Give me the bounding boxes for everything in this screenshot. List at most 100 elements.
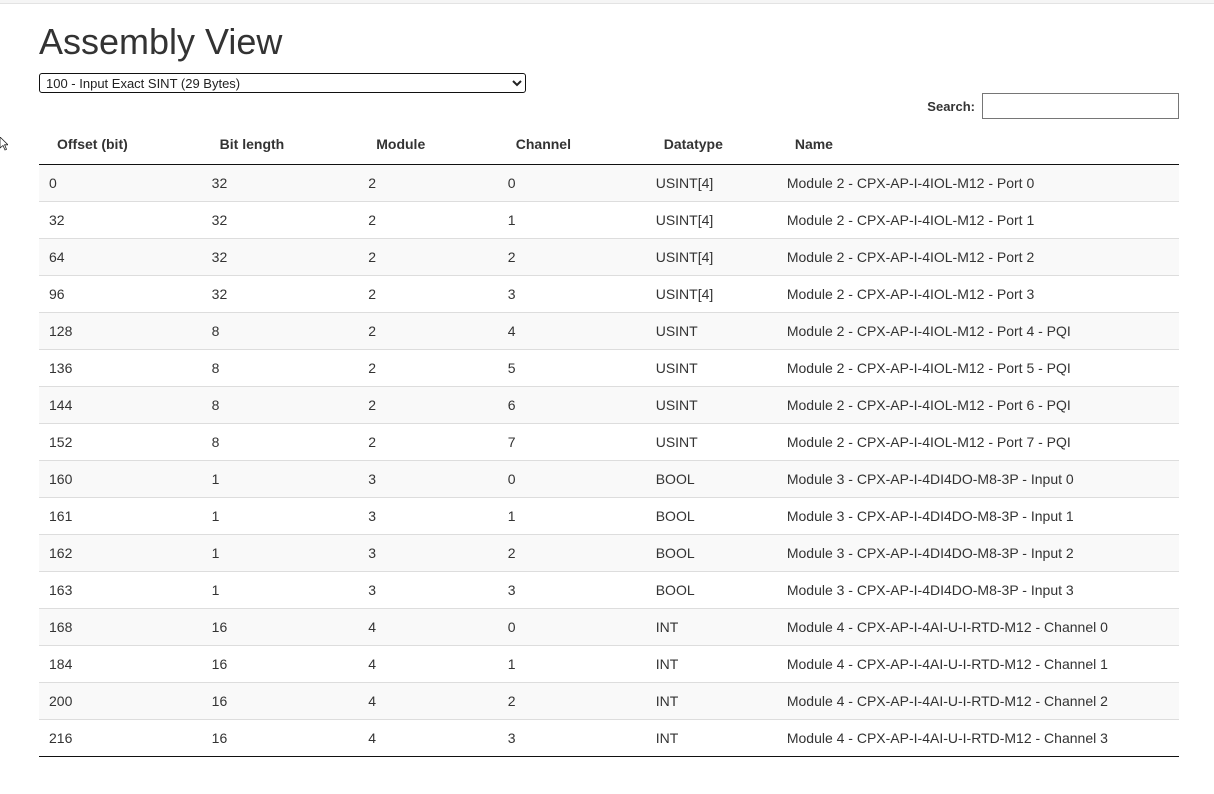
cell-bit-length: 1 (201, 534, 359, 572)
cell-channel: 0 (497, 164, 646, 202)
cell-datatype: USINT (645, 312, 777, 350)
cell-offset: 96 (39, 275, 202, 313)
column-header-bit-length[interactable]: Bit length (201, 124, 359, 165)
cell-bit-length: 8 (201, 312, 359, 350)
cell-datatype: BOOL (645, 571, 777, 609)
cell-channel: 0 (497, 608, 646, 646)
cell-name: Module 2 - CPX-AP-I-4IOL-M12 - Port 4 - … (776, 312, 1179, 350)
cell-bit-length: 1 (201, 497, 359, 535)
cell-offset: 32 (39, 201, 202, 239)
cell-module: 4 (358, 682, 498, 720)
cell-datatype: USINT (645, 386, 777, 424)
cell-module: 2 (358, 238, 498, 276)
cell-bit-length: 32 (201, 238, 359, 276)
cell-module: 4 (358, 608, 498, 646)
cell-datatype: INT (645, 608, 777, 646)
cell-offset: 216 (39, 719, 202, 757)
cell-bit-length: 8 (201, 423, 359, 461)
cell-bit-length: 1 (201, 460, 359, 498)
cell-name: Module 4 - CPX-AP-I-4AI-U-I-RTD-M12 - Ch… (776, 682, 1179, 720)
table-row: 200 16 4 2 INT Module 4 - CPX-AP-I-4AI-U-I-RT… (39, 682, 1179, 720)
cell-name: Module 3 - CPX-AP-I-4DI4DO-M8-3P - Input… (776, 497, 1179, 535)
cell-offset: 128 (39, 312, 202, 350)
cell-offset: 161 (39, 497, 202, 535)
column-header-channel[interactable]: Channel (497, 124, 646, 165)
cell-module: 3 (358, 534, 498, 572)
cell-module: 2 (358, 201, 498, 239)
cell-datatype: USINT[4] (645, 275, 777, 313)
cell-bit-length: 8 (201, 349, 359, 387)
table-row: 32 32 2 1 USINT[4] Module 2 - CPX-AP-I-4IOL-M… (39, 201, 1179, 239)
cell-datatype: INT (645, 645, 777, 683)
cell-name: Module 2 - CPX-AP-I-4IOL-M12 - Port 2 (776, 238, 1179, 276)
cell-offset: 163 (39, 571, 202, 609)
cell-datatype: USINT[4] (645, 201, 777, 239)
cell-name: Module 2 - CPX-AP-I-4IOL-M12 - Port 7 - … (776, 423, 1179, 461)
mouse-cursor-icon (0, 137, 8, 151)
cell-channel: 5 (497, 349, 646, 387)
cell-datatype: USINT[4] (645, 164, 777, 202)
column-header-name[interactable]: Name (776, 124, 1179, 165)
cell-datatype: USINT[4] (645, 238, 777, 276)
column-header-offset[interactable]: Offset (bit) (39, 124, 202, 165)
cell-bit-length: 32 (201, 201, 359, 239)
cell-channel: 1 (497, 201, 646, 239)
cell-offset: 160 (39, 460, 202, 498)
cell-name: Module 3 - CPX-AP-I-4DI4DO-M8-3P - Input… (776, 534, 1179, 572)
cell-datatype: INT (645, 682, 777, 720)
table-row: 184 16 4 1 INT Module 4 - CPX-AP-I-4AI-U-I-RT… (39, 645, 1179, 683)
cell-datatype: USINT (645, 349, 777, 387)
cell-channel: 6 (497, 386, 646, 424)
cell-bit-length: 8 (201, 386, 359, 424)
cell-name: Module 3 - CPX-AP-I-4DI4DO-M8-3P - Input… (776, 571, 1179, 609)
cell-name: Module 4 - CPX-AP-I-4AI-U-I-RTD-M12 - Ch… (776, 719, 1179, 757)
cell-channel: 3 (497, 571, 646, 609)
cell-module: 2 (358, 312, 498, 350)
table-row: 136 8 2 5 USINT Module 2 - CPX-AP-I-4IOL-M12 … (39, 349, 1179, 387)
page-title: Assembly View (39, 21, 283, 62)
search-label: Search: (927, 98, 975, 114)
cell-module: 3 (358, 571, 498, 609)
cell-name: Module 2 - CPX-AP-I-4IOL-M12 - Port 0 (776, 164, 1179, 202)
table-row: 216 16 4 3 INT Module 4 - CPX-AP-I-4AI-U-I-RT… (39, 719, 1179, 757)
table-row: 161 1 3 1 BOOL Module 3 - CPX-AP-I-4DI4DO-M8-… (39, 497, 1179, 535)
cell-channel: 3 (497, 719, 646, 757)
table-row: 96 32 2 3 USINT[4] Module 2 - CPX-AP-I-4IOL-M… (39, 275, 1179, 313)
cell-datatype: BOOL (645, 497, 777, 535)
cell-bit-length: 16 (201, 682, 359, 720)
column-header-datatype[interactable]: Datatype (645, 124, 777, 165)
cell-offset: 184 (39, 645, 202, 683)
table-row: 128 8 2 4 USINT Module 2 - CPX-AP-I-4IOL-M12 … (39, 312, 1179, 350)
cell-offset: 0 (39, 164, 202, 202)
column-header-module[interactable]: Module (358, 124, 498, 165)
cell-channel: 1 (497, 497, 646, 535)
top-border (0, 0, 1214, 4)
cell-module: 4 (358, 645, 498, 683)
cell-bit-length: 32 (201, 164, 359, 202)
cell-name: Module 2 - CPX-AP-I-4IOL-M12 - Port 1 (776, 201, 1179, 239)
search-input[interactable] (982, 93, 1179, 119)
cell-bit-length: 16 (201, 645, 359, 683)
cell-offset: 64 (39, 238, 202, 276)
cell-datatype: BOOL (645, 460, 777, 498)
cell-offset: 162 (39, 534, 202, 572)
assembly-table: Offset (bit) Bit length Module Channel Datat… (39, 124, 1179, 757)
cell-name: Module 2 - CPX-AP-I-4IOL-M12 - Port 5 - … (776, 349, 1179, 387)
cell-offset: 144 (39, 386, 202, 424)
cell-offset: 136 (39, 349, 202, 387)
cell-channel: 2 (497, 534, 646, 572)
table-row: 64 32 2 2 USINT[4] Module 2 - CPX-AP-I-4IOL-M… (39, 238, 1179, 276)
cell-datatype: INT (645, 719, 777, 757)
cell-module: 2 (358, 164, 498, 202)
cell-bit-length: 16 (201, 719, 359, 757)
cell-channel: 3 (497, 275, 646, 313)
cell-offset: 152 (39, 423, 202, 461)
table-row: 162 1 3 2 BOOL Module 3 - CPX-AP-I-4DI4DO-M8-… (39, 534, 1179, 572)
table-header-row: Offset (bit) Bit length Module Channel Datat… (39, 124, 1179, 165)
table-row: 0 32 2 0 USINT[4] Module 2 - CPX-AP-I-4IOL-M1… (39, 164, 1179, 202)
cell-module: 2 (358, 386, 498, 424)
assembly-select[interactable]: 100 - Input Exact SINT (29 Bytes) (39, 73, 526, 93)
table-row: 160 1 3 0 BOOL Module 3 - CPX-AP-I-4DI4DO-M8-… (39, 460, 1179, 498)
cell-bit-length: 32 (201, 275, 359, 313)
cell-channel: 4 (497, 312, 646, 350)
